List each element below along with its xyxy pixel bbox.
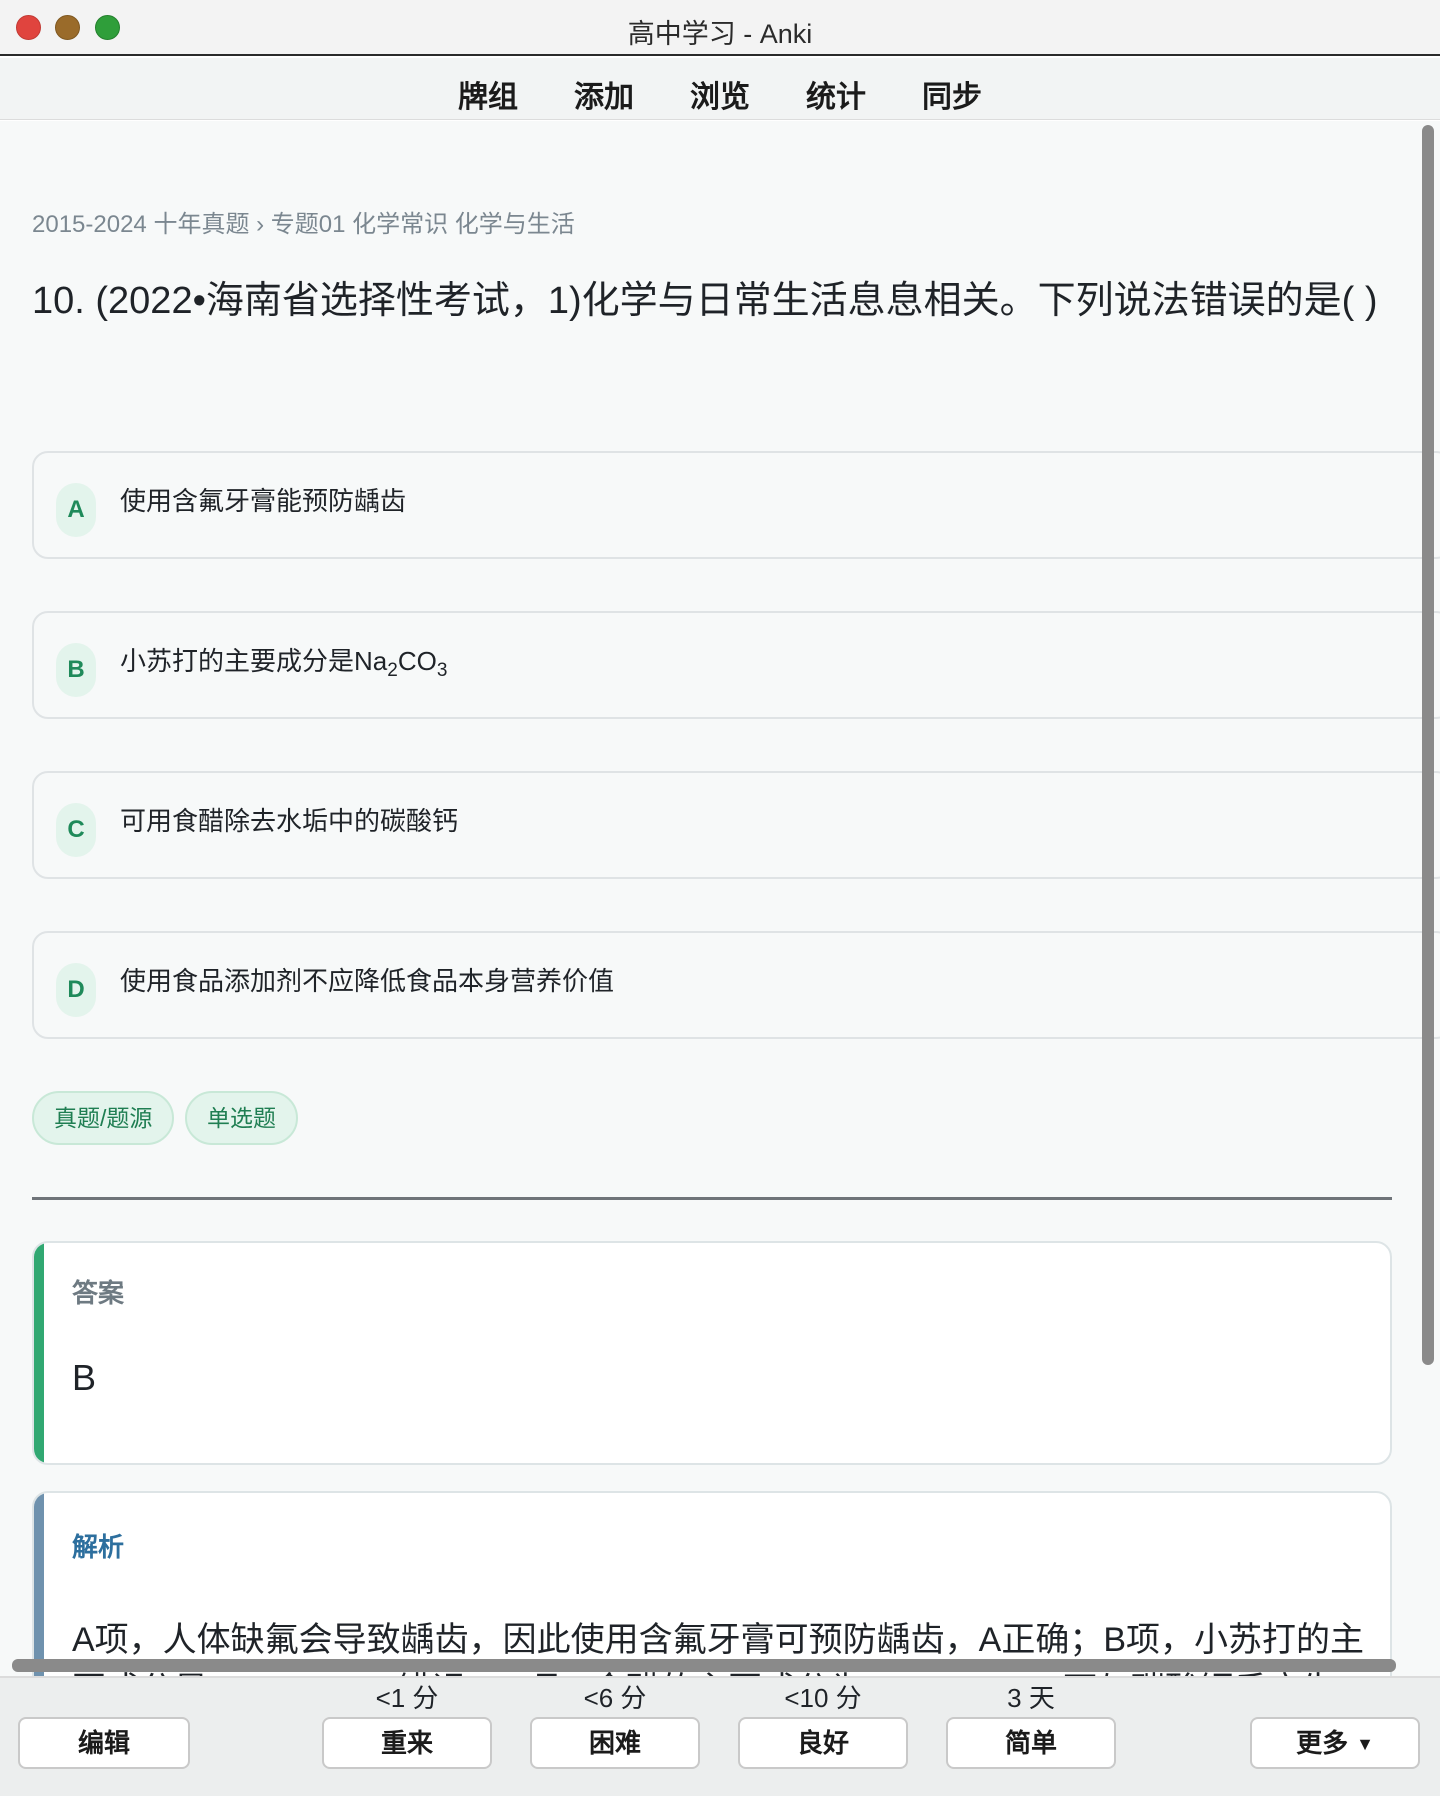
top-menu-bar: 牌组 添加 浏览 统计 同步 (0, 58, 1440, 120)
option-b[interactable]: B 小苏打的主要成分是Na2CO3 (32, 611, 1440, 719)
menu-sync[interactable]: 同步 (894, 66, 1010, 122)
menu-decks[interactable]: 牌组 (430, 66, 546, 122)
menu-browse[interactable]: 浏览 (662, 66, 778, 122)
option-text: 可用食醋除去水垢中的碳酸钙 (120, 806, 459, 836)
review-bottom-bar: 编辑 <1 分 重来 <6 分 困难 <10 分 良好 3 天 简单 更多 ▼ (0, 1676, 1440, 1796)
option-letter: C (56, 803, 96, 857)
horizontal-scrollbar[interactable] (12, 1659, 1396, 1672)
option-letter: D (56, 963, 96, 1017)
hard-interval: <6 分 (583, 1683, 647, 1713)
answer-accent-bar (34, 1243, 44, 1463)
option-c[interactable]: C 可用食醋除去水垢中的碳酸钙 (32, 771, 1440, 879)
menu-add[interactable]: 添加 (546, 66, 662, 122)
answer-panel: 答案 B (32, 1241, 1392, 1465)
answer-value: B (72, 1357, 97, 1398)
tag-type: 单选题 (185, 1091, 298, 1145)
window-titlebar: 高中学习 - Anki (0, 0, 1440, 56)
breadcrumb: 2015-2024 十年真题 › 专题01 化学常识 化学与生活 (32, 211, 575, 238)
option-letter: A (56, 483, 96, 537)
good-button[interactable]: 良好 (738, 1717, 908, 1769)
answer-divider (32, 1197, 1392, 1200)
caret-down-icon: ▼ (1356, 1734, 1374, 1754)
option-text: 使用含氟牙膏能预防龋齿 (120, 486, 407, 516)
again-button[interactable]: 重来 (322, 1717, 492, 1769)
hard-button[interactable]: 困难 (530, 1717, 700, 1769)
vertical-scrollbar[interactable] (1422, 125, 1434, 1365)
tag-source: 真题/题源 (32, 1091, 175, 1145)
analysis-title: 解析 (72, 1532, 125, 1562)
question-text: 10. (2022•海南省选择性考试，1)化学与日常生活息息相关。下列说法错误的… (32, 280, 1378, 322)
window-title: 高中学习 - Anki (627, 19, 813, 49)
more-label: 更多 (1296, 1728, 1349, 1758)
again-interval: <1 分 (375, 1683, 439, 1713)
option-letter: B (56, 643, 96, 697)
analysis-panel: 解析 A项，人体缺氟会导致龋齿，因此使用含氟牙膏可预防龋齿，A正确；B项，小苏打… (32, 1491, 1392, 1676)
more-button[interactable]: 更多 ▼ (1250, 1717, 1420, 1769)
card-content: 2015-2024 十年真题 › 专题01 化学常识 化学与生活 10. (20… (0, 121, 1440, 1676)
option-a[interactable]: A 使用含氟牙膏能预防龋齿 (32, 451, 1440, 559)
easy-button[interactable]: 简单 (946, 1717, 1116, 1769)
option-text: 小苏打的主要成分是Na2CO3 (120, 646, 448, 681)
easy-interval: 3 天 (1007, 1683, 1055, 1713)
analysis-accent-bar (34, 1493, 44, 1676)
menu-stats[interactable]: 统计 (778, 66, 894, 122)
answer-title: 答案 (72, 1278, 125, 1308)
good-interval: <10 分 (784, 1683, 862, 1713)
edit-button[interactable]: 编辑 (18, 1717, 190, 1769)
option-d[interactable]: D 使用食品添加剂不应降低食品本身营养价值 (32, 931, 1440, 1039)
option-text: 使用食品添加剂不应降低食品本身营养价值 (120, 966, 615, 996)
